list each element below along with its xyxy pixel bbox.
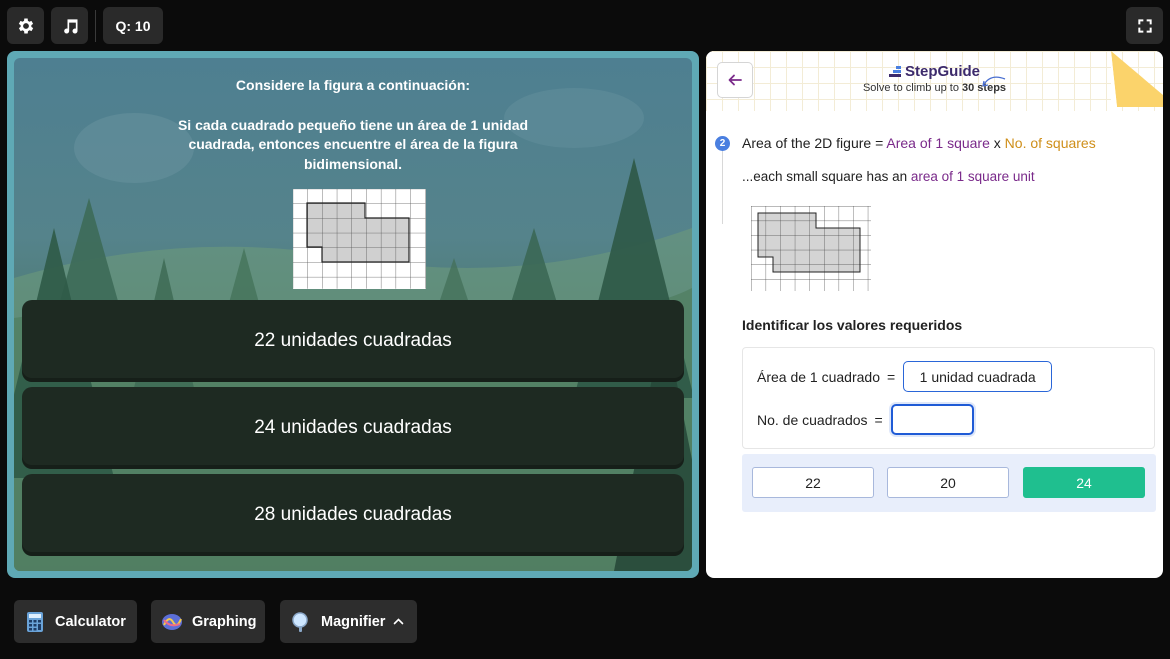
step-guide-brand: StepGuide Solve to climb up to 30 steps [706,63,1163,94]
question-text: Considere la figura a continuación: Si c… [14,76,692,174]
chevron-up-icon [394,618,404,625]
question-line-2: Si cada cuadrado pequeño tiene un área d… [177,116,529,172]
question-figure [292,188,426,289]
brand-name: StepGuide [904,63,980,80]
choice-button-20[interactable]: 20 [887,467,1009,498]
step-rail [722,149,723,224]
guide-figure [751,206,871,291]
magnifier-button[interactable]: Magnifier [280,600,417,643]
climb-arrow-icon [982,76,1006,87]
topbar-divider [95,10,96,42]
music-button[interactable] [51,7,88,44]
magnifier-icon [292,611,308,632]
fullscreen-icon [1137,18,1152,33]
step-guide-panel: StepGuide Solve to climb up to 30 steps … [706,51,1163,578]
music-note-icon [63,18,78,34]
step-number-badge: 2 [715,136,730,151]
answer-option-b[interactable]: 24 unidades cuadradas [22,387,684,469]
unit-note: ...each small square has an area of 1 sq… [742,169,1035,184]
area-field[interactable]: 1 unidad cuadrada [903,361,1053,392]
answer-option-c[interactable]: 28 unidades cuadradas [22,474,684,556]
fullscreen-button[interactable] [1126,7,1163,44]
calculator-label: Calculator [55,613,126,630]
count-label: No. de cuadrados [757,411,868,428]
question-line-1: Considere la figura a continuación: [235,77,471,93]
calculator-button[interactable]: Calculator [14,600,137,643]
graphing-icon [162,613,182,630]
stairs-logo-icon [888,66,901,77]
calculator-icon [27,611,43,632]
area-row: Área de 1 cuadrado = 1 unidad cuadrada [757,361,1053,392]
count-row: No. de cuadrados = [757,404,974,435]
question-counter: Q: 10 [103,7,163,44]
settings-button[interactable] [7,7,44,44]
answer-option-a[interactable]: 22 unidades cuadradas [22,300,684,382]
graphing-button[interactable]: Graphing [151,600,265,643]
required-values-box: Área de 1 cuadrado = 1 unidad cuadrada N… [742,347,1155,449]
count-input[interactable] [890,404,974,435]
area-formula: Area of the 2D figure = Area of 1 square… [742,135,1096,151]
graphing-label: Graphing [192,613,257,630]
area-label: Área de 1 cuadrado [757,368,880,385]
brand-subtitle: Solve to climb up to 30 steps [862,82,1007,94]
gear-icon [18,18,33,33]
magnifier-label: Magnifier [321,613,386,630]
required-values-title: Identificar los valores requeridos [742,317,963,333]
choice-button-22[interactable]: 22 [752,467,874,498]
question-panel: Considere la figura a continuación: Si c… [7,51,699,578]
choice-button-24[interactable]: 24 [1023,467,1145,498]
choice-tray: 22 20 24 [742,454,1156,512]
